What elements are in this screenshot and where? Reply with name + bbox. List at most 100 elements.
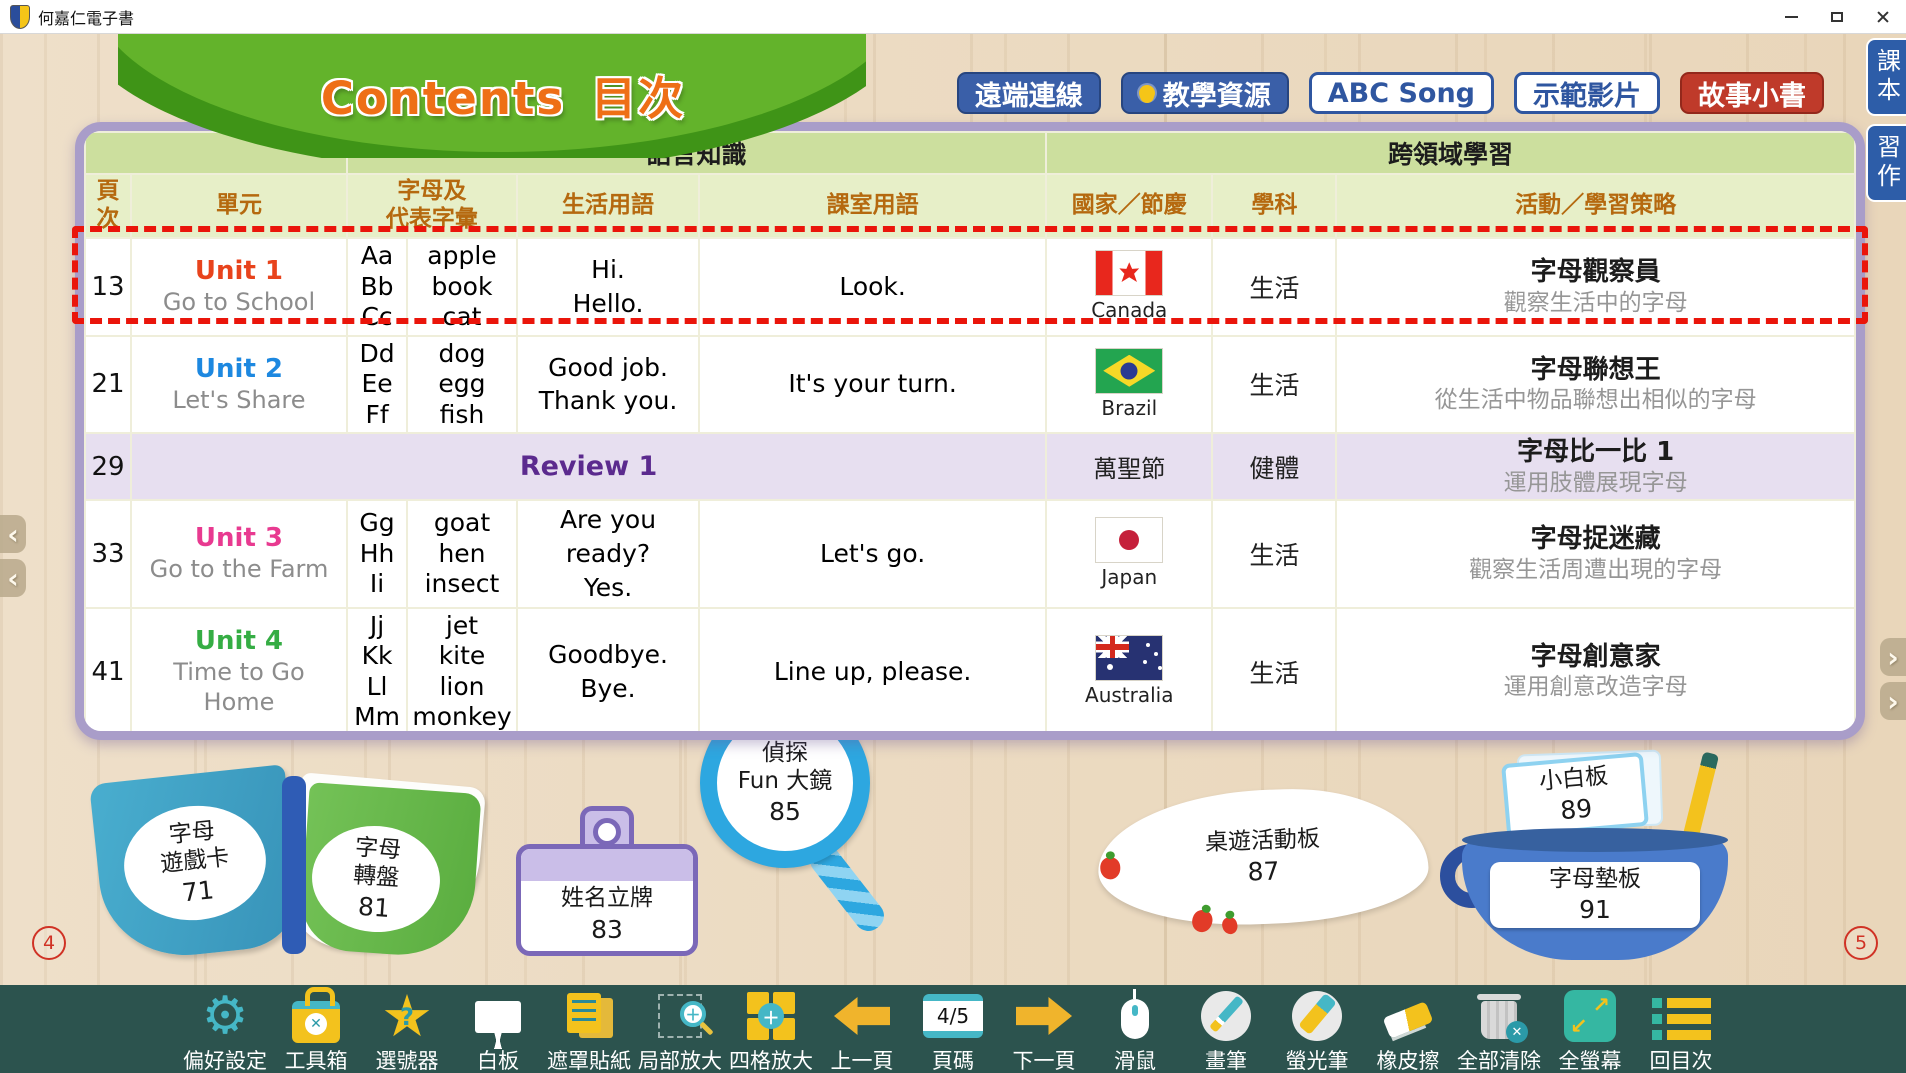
col-header-subject: 學科 [1212, 174, 1336, 238]
pen-button[interactable]: 畫筆 [1187, 988, 1265, 1073]
unit-title: Unit 3 [136, 523, 342, 554]
col-header-letters: 字母及 代表字彙 [347, 174, 517, 238]
quad-magnifier-icon: ＋ [738, 988, 804, 1044]
trash-icon: ✕ [1466, 988, 1532, 1044]
demo-video-button[interactable]: 示範影片 [1514, 72, 1660, 114]
name-plate-band [521, 849, 693, 881]
area-zoom-button[interactable]: ＋ 局部放大 [641, 988, 719, 1073]
eraser-button[interactable]: 橡皮擦 [1369, 988, 1447, 1073]
toc-row-unit1[interactable]: 13 Unit 1Go to School Aa Bb Cc apple boo… [85, 238, 1855, 336]
mouse-mode-button[interactable]: 滑鼠 [1096, 988, 1174, 1073]
highlighter-button[interactable]: 螢光筆 [1278, 988, 1356, 1073]
sticker-basket: 小白板 89 字母墊板 91 [1456, 750, 1756, 970]
australia-flag-icon [1096, 636, 1162, 680]
strawberry-icon [1190, 908, 1215, 935]
window-controls [1768, 0, 1906, 34]
toc-row-unit2[interactable]: 21 Unit 2Let's Share Dd Ee Ff dog egg fi… [85, 336, 1855, 434]
number-picker-button[interactable]: ★? 選號器 [368, 988, 446, 1073]
toc-header-blank [85, 132, 347, 174]
arrow-left-icon [829, 988, 895, 1044]
col-header-country-festival: 國家／節慶 [1046, 174, 1212, 238]
edge-nav-left: ‹ ‹ [0, 515, 26, 597]
toc-group-language: 語言知識 [347, 132, 1046, 174]
sticker-letter-game-book[interactable]: 字母 遊戲卡 71 字母 轉盤 81 [98, 772, 498, 967]
col-header-activity: 活動／學習策略 [1336, 174, 1855, 238]
list-icon [1648, 988, 1714, 1044]
app-logo-icon [10, 5, 30, 29]
bottom-toolbar: ⚙ 偏好設定 ✕ 工具箱 ★? 選號器 白板 遮罩貼紙 ＋ 局部放大 ＋ 四格放… [0, 985, 1906, 1073]
next-page-edge-button[interactable]: › [1880, 682, 1906, 720]
app-window: 何嘉仁電子書 Contents目次 遠端連線 教學資源 ABC Song 示範影… [0, 0, 1906, 1073]
unit-title: Unit 2 [136, 354, 342, 385]
mask-sticker-button[interactable]: 遮罩貼紙 [550, 988, 628, 1073]
japan-flag-icon [1096, 518, 1162, 562]
toc-row-review2[interactable]: 49 Review 2 聖誕節 健體 字母比一比 2運用肢體展現字母 [85, 736, 1855, 741]
maximize-button[interactable] [1814, 0, 1860, 34]
lightbulb-icon [1139, 85, 1155, 101]
clear-all-button[interactable]: ✕ 全部清除 [1460, 988, 1538, 1073]
page-number-left: 4 [32, 926, 66, 960]
sticker-board-game[interactable]: 桌遊活動板 87 [1096, 784, 1430, 929]
unit-title: Unit 1 [136, 256, 342, 287]
col-header-life-phrases: 生活用語 [517, 174, 699, 238]
whiteboard-button[interactable]: 白板 [459, 988, 537, 1073]
col-header-classroom-phrases: 課室用語 [699, 174, 1046, 238]
window-titlebar: 何嘉仁電子書 [0, 0, 1906, 34]
toc-row-unit3[interactable]: 33 Unit 3Go to the Farm Gg Hh Ii goat he… [85, 500, 1855, 607]
mouse-icon [1102, 988, 1168, 1044]
unit-title: Unit 4 [136, 626, 342, 657]
prev-page-button[interactable]: 上一頁 [823, 988, 901, 1073]
quad-zoom-button[interactable]: ＋ 四格放大 [732, 988, 810, 1073]
toc-row-review1[interactable]: 29 Review 1 萬聖節 健體 字母比一比 1運用肢體展現字母 [85, 433, 1855, 500]
page-title-en: Contents [321, 72, 565, 125]
fullscreen-icon: ↗↙ [1557, 988, 1623, 1044]
back-to-toc-button[interactable]: 回目次 [1642, 988, 1720, 1073]
page-title: Contents目次 [283, 62, 723, 127]
preferences-button[interactable]: ⚙ 偏好設定 [186, 988, 264, 1073]
unit-subtitle: Go to School [136, 287, 342, 317]
unit-subtitle: Let's Share [136, 385, 342, 415]
sticker-small-whiteboard[interactable]: 小白板 89 [1501, 752, 1649, 838]
strawberry-icon [1100, 857, 1121, 880]
page-number-right: 5 [1844, 926, 1878, 960]
window-title: 何嘉仁電子書 [38, 5, 134, 29]
remote-connect-button[interactable]: 遠端連線 [957, 72, 1101, 114]
name-plate-body: 姓名立牌 83 [516, 844, 698, 956]
toc-group-cross-domain: 跨領域學習 [1046, 132, 1855, 174]
prev-page-edge-button[interactable]: ‹ [0, 559, 26, 597]
unit-subtitle: Time to Go Home [136, 657, 342, 717]
sticker-name-plate[interactable]: 姓名立牌 83 [516, 806, 698, 956]
eraser-icon [1375, 988, 1441, 1044]
minimize-button[interactable] [1768, 0, 1814, 34]
toc-row-unit4[interactable]: 41 Unit 4Time to Go Home Jj Kk Ll Mm jet… [85, 608, 1855, 736]
tab-workbook[interactable]: 習作 [1866, 124, 1906, 202]
toolbox-button[interactable]: ✕ 工具箱 [277, 988, 355, 1073]
page-canvas: Contents目次 遠端連線 教學資源 ABC Song 示範影片 故事小書 … [0, 34, 1906, 985]
unit-subtitle: Go to the Farm [136, 554, 342, 584]
page-indicator: 4/5 [920, 988, 986, 1044]
close-button[interactable] [1860, 0, 1906, 34]
header-buttons: 遠端連線 教學資源 ABC Song 示範影片 故事小書 [957, 72, 1824, 114]
maximize-icon [1831, 12, 1843, 22]
abc-song-button[interactable]: ABC Song [1309, 72, 1494, 114]
strawberry-icon [1220, 915, 1239, 935]
book-spine [282, 776, 306, 954]
minimize-icon [1785, 16, 1798, 18]
next-page-edge-button[interactable]: › [1880, 638, 1906, 676]
page-number-button[interactable]: 4/5 頁碼 [914, 988, 992, 1073]
next-page-button[interactable]: 下一頁 [1005, 988, 1083, 1073]
fullscreen-button[interactable]: ↗↙ 全螢幕 [1551, 988, 1629, 1073]
tab-textbook[interactable]: 課本 [1866, 38, 1906, 116]
col-header-unit: 單元 [131, 174, 347, 238]
highlighter-icon [1284, 988, 1350, 1044]
sticky-notes-icon [556, 988, 622, 1044]
edge-nav-right: › › [1880, 638, 1906, 720]
star-question-icon: ★? [374, 988, 440, 1044]
prev-page-edge-button[interactable]: ‹ [0, 515, 26, 553]
brazil-flag-icon [1096, 349, 1162, 393]
teaching-resources-button[interactable]: 教學資源 [1121, 72, 1289, 114]
toolbox-icon: ✕ [283, 988, 349, 1044]
easel-icon [465, 988, 531, 1044]
story-book-button[interactable]: 故事小書 [1680, 72, 1824, 114]
sticker-letter-mat[interactable]: 字母墊板 91 [1490, 862, 1700, 928]
